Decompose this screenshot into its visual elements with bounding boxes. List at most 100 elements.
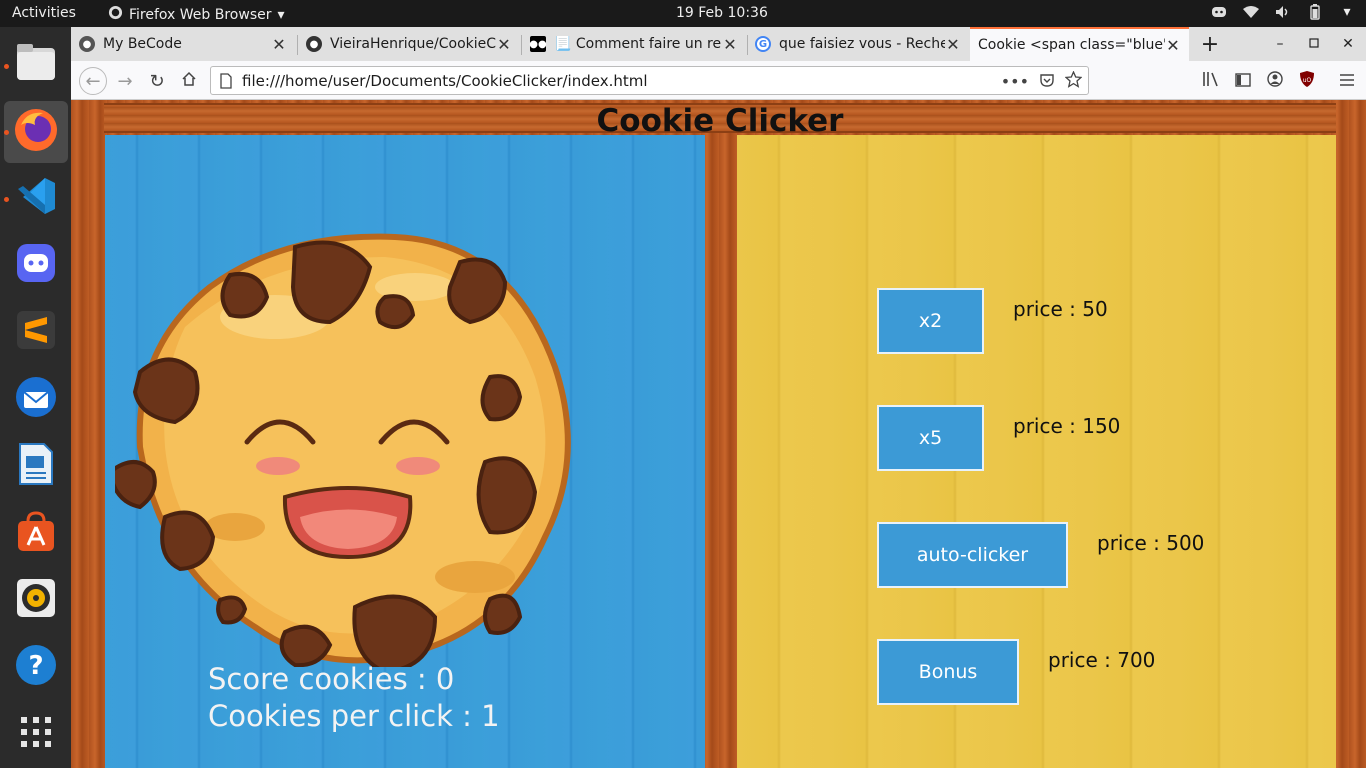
ublock-button[interactable]: uO	[1293, 67, 1321, 95]
forward-button[interactable]: →	[111, 67, 139, 95]
show-apps-icon	[19, 715, 53, 753]
close-tab-icon[interactable]: ✕	[1165, 36, 1181, 55]
home-button[interactable]	[175, 67, 203, 95]
tab-google-search[interactable]: G que faisiez vous - Recher ✕	[747, 29, 969, 59]
library-icon	[1202, 71, 1220, 92]
wifi-icon[interactable]	[1242, 3, 1260, 21]
help-icon: ?	[14, 643, 58, 691]
forward-arrow-icon: →	[117, 70, 133, 92]
title-banner: Cookie Clicker	[104, 103, 1336, 139]
upgrade-x2-button[interactable]: x2	[877, 288, 984, 354]
tab-title: My BeCode	[103, 36, 182, 52]
dock-running-indicator	[4, 64, 9, 69]
tab-medium[interactable]: ●● 📃 Comment faire un rea ✕	[522, 29, 746, 59]
upgrade-x5-button[interactable]: x5	[877, 405, 984, 471]
minimize-button[interactable]: –	[1265, 29, 1295, 59]
web-page: Cookie Clicker Score cookies: 0 Cookies…	[71, 100, 1366, 768]
firefox-icon	[13, 107, 59, 157]
system-tray[interactable]: ▾	[1210, 3, 1356, 21]
tab-strip: ● My BeCode ✕ ● VieiraHenrique/CookieCl …	[71, 27, 1366, 61]
dock-thunderbird[interactable]	[4, 368, 68, 430]
cookie-panel: Score cookies : 0 Cookies per click : 1	[105, 135, 705, 768]
discord-tray-icon[interactable]	[1210, 3, 1228, 21]
dock-sublime[interactable]	[4, 301, 68, 363]
account-icon	[1267, 70, 1283, 92]
upgrade-x2-price: price : 50	[1013, 297, 1108, 321]
hamburger-menu-icon	[1339, 71, 1355, 92]
bookmark-star-icon[interactable]	[1064, 70, 1083, 92]
battery-icon[interactable]	[1306, 3, 1324, 21]
dock-running-indicator	[4, 197, 9, 202]
page-title: Cookie Clicker	[596, 103, 844, 139]
files-icon	[15, 42, 57, 86]
dock-running-indicator	[4, 130, 9, 135]
new-tab-button[interactable]: +	[1195, 29, 1225, 59]
close-window-button[interactable]: ✕	[1333, 29, 1363, 59]
cookie-button[interactable]	[107, 197, 595, 675]
library-button[interactable]	[1197, 67, 1225, 95]
shop-panel: x2 price : 50 x5 price : 150 auto-clicke…	[737, 135, 1336, 768]
maximize-button[interactable]	[1299, 29, 1329, 59]
auto-clicker-button[interactable]: auto-clicker	[877, 522, 1068, 588]
navigation-toolbar: ← → ↻ file:///home/user/Documents/Cookie…	[71, 61, 1366, 100]
power-menu-caret-icon[interactable]: ▾	[1338, 3, 1356, 21]
close-tab-icon[interactable]: ✕	[945, 35, 961, 54]
dock-rhythmbox[interactable]	[4, 569, 68, 631]
auto-clicker-price: price : 500	[1097, 531, 1205, 555]
close-tab-icon[interactable]: ✕	[722, 35, 738, 54]
vscode-icon	[15, 175, 57, 221]
software-center-icon	[14, 509, 58, 557]
sublime-text-icon	[15, 309, 57, 355]
dock-firefox[interactable]	[4, 101, 68, 163]
libreoffice-impress-icon	[16, 442, 56, 490]
close-tab-icon[interactable]: ✕	[271, 35, 287, 54]
url-text[interactable]: file:///home/user/Documents/CookieClicke…	[242, 72, 648, 90]
back-arrow-icon: ←	[85, 70, 101, 92]
dock-discord[interactable]	[4, 234, 68, 296]
discord-icon	[15, 242, 57, 288]
caret-down-icon: ▾	[277, 6, 285, 23]
ubuntu-dock: ?	[0, 27, 71, 768]
reload-button[interactable]: ↻	[143, 67, 171, 95]
volume-icon[interactable]	[1274, 3, 1292, 21]
app-menu-button[interactable]	[1333, 67, 1361, 95]
rhythmbox-icon	[15, 577, 57, 623]
app-menu[interactable]: Firefox Web Browser ▾	[108, 5, 285, 24]
page-actions-menu-icon[interactable]: •••	[1001, 72, 1029, 91]
firefox-small-icon	[108, 5, 123, 24]
tab-title: 📃 Comment faire un rea	[554, 36, 722, 52]
dock-impress[interactable]	[4, 435, 68, 497]
clock[interactable]: 19 Feb 10:36	[676, 5, 768, 21]
home-icon	[181, 71, 197, 92]
system-top-bar: Activities Firefox Web Browser ▾ 19 Feb …	[0, 0, 1366, 27]
activities-button[interactable]: Activities	[12, 5, 76, 21]
bonus-price: price : 700	[1048, 648, 1156, 672]
ublock-origin-icon: uO	[1299, 70, 1315, 93]
becode-favicon-icon: ●	[79, 36, 95, 52]
tab-title: que faisiez vous - Recher	[779, 36, 945, 52]
restore-icon	[1309, 36, 1319, 52]
back-button[interactable]: ←	[79, 67, 107, 95]
dock-software[interactable]	[4, 502, 68, 564]
score-text: Score cookies : 0	[208, 662, 455, 696]
url-bar[interactable]: file:///home/user/Documents/CookieClicke…	[210, 66, 1089, 95]
cookie-icon	[107, 233, 571, 675]
dock-help[interactable]: ?	[4, 636, 68, 698]
dock-vscode[interactable]	[4, 167, 68, 229]
sidebar-button[interactable]	[1229, 67, 1257, 95]
tab-github[interactable]: ● VieiraHenrique/CookieCl ✕	[298, 29, 520, 59]
file-page-icon	[219, 73, 233, 93]
close-tab-icon[interactable]: ✕	[496, 35, 512, 54]
svg-text:uO: uO	[1303, 77, 1312, 84]
dock-files[interactable]	[4, 33, 68, 95]
medium-favicon-icon: ●●	[529, 36, 547, 52]
dock-show-apps[interactable]	[4, 703, 68, 765]
tab-my-becode[interactable]: ● My BeCode ✕	[71, 29, 295, 59]
app-menu-label: Firefox Web Browser	[129, 6, 272, 23]
bonus-button[interactable]: Bonus	[877, 639, 1019, 705]
pocket-icon[interactable]	[1039, 72, 1055, 92]
upgrade-x5-price: price : 150	[1013, 414, 1121, 438]
tab-title: Cookie <span class="blue">C	[978, 37, 1165, 53]
tab-cookie-clicker[interactable]: Cookie <span class="blue">C ✕	[970, 27, 1189, 61]
account-button[interactable]	[1261, 67, 1289, 95]
